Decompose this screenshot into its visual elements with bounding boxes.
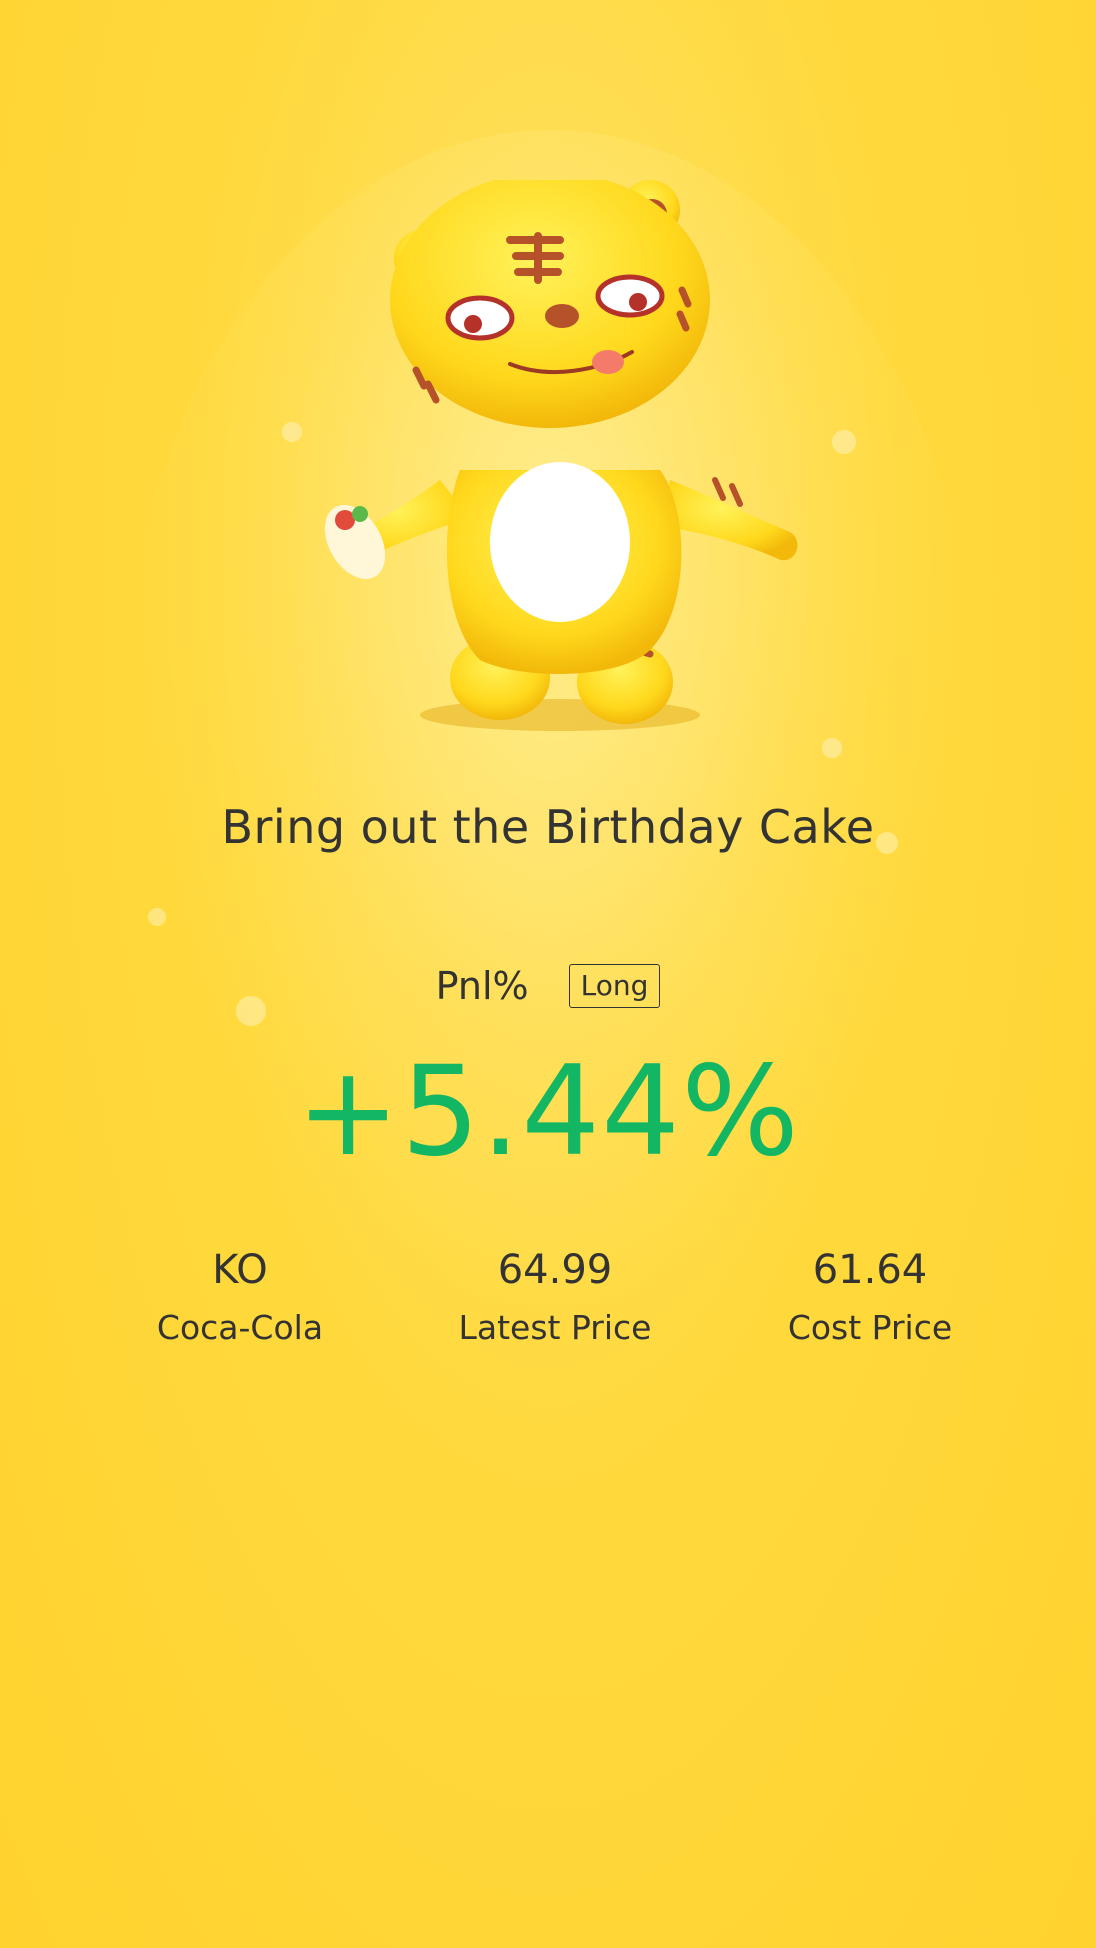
stock-symbol: KO — [212, 1247, 268, 1293]
pnl-value: +5.44% — [296, 1040, 800, 1184]
sparkle — [832, 430, 856, 454]
stat-latest-price: 64.99 Latest Price — [405, 1240, 705, 1347]
cost-price-value: 61.64 — [812, 1247, 928, 1293]
stats-row: KO Coca-Cola 64.99 Latest Price 61.64 Co… — [90, 1240, 1020, 1347]
position-side-badge: Long — [568, 964, 661, 1008]
sparkle — [282, 422, 302, 442]
cost-price-label: Cost Price — [787, 1308, 953, 1347]
sparkle — [822, 738, 842, 758]
latest-price-label: Latest Price — [458, 1308, 652, 1347]
pnl-label: Pnl% — [435, 964, 529, 1008]
stock-name: Coca-Cola — [156, 1308, 324, 1347]
stat-symbol: KO Coca-Cola — [90, 1240, 390, 1347]
tiger-mascot-icon — [324, 180, 798, 731]
sparkle — [148, 908, 166, 926]
achievement-title: Bring out the Birthday Cake — [221, 800, 875, 854]
latest-price-value: 64.99 — [497, 1247, 613, 1293]
pnl-header: Pnl% Long — [0, 964, 1096, 1008]
stat-cost-price: 61.64 Cost Price — [720, 1240, 1020, 1347]
